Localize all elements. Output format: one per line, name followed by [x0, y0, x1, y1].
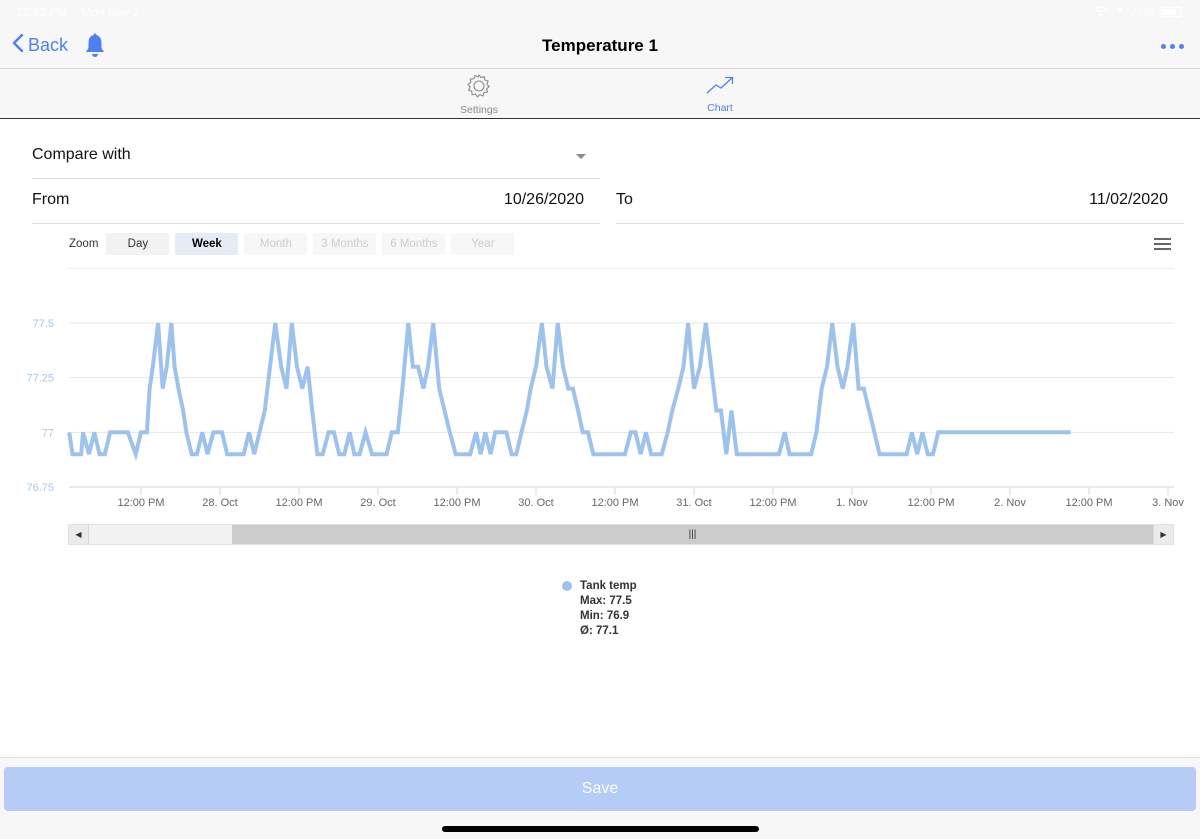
- zoom-week-button[interactable]: Week: [175, 233, 239, 255]
- scrollbar-grip: |||: [688, 529, 697, 540]
- trend-chart-icon: [705, 76, 735, 100]
- zoom-range-selector: Zoom Day Week Month 3 Months 6 Months Ye…: [69, 233, 515, 255]
- x-tick-label: 12:00 PM: [749, 497, 796, 509]
- chart-divider: [69, 268, 1174, 269]
- scrollbar-thumb[interactable]: |||: [232, 525, 1153, 544]
- zoom-6-months-button: 6 Months: [382, 233, 446, 255]
- temperature-chart: 76.75 77 77.25 77.5 12:00 PM 28. Oct 12:00 PM 2…: [26, 318, 1184, 509]
- from-date-field[interactable]: From 10/26/2020: [32, 179, 600, 224]
- x-tick-label: 12:00 PM: [117, 497, 164, 509]
- x-tick-label: 12:00 PM: [275, 497, 322, 509]
- to-date-value: 11/02/2020: [1089, 191, 1168, 208]
- from-label: From: [32, 191, 70, 208]
- compare-with-label: Compare with: [32, 146, 131, 163]
- battery-icon: [1160, 7, 1182, 17]
- status-right: 77%: [1094, 5, 1182, 19]
- more-options-button[interactable]: [1159, 36, 1186, 57]
- gear-icon: [466, 73, 492, 102]
- dropdown-caret-icon: [576, 154, 586, 159]
- chart-navigator-scrollbar[interactable]: ◀ ||| ▶: [68, 524, 1174, 545]
- navigation-bar: Back Temperature 1: [0, 24, 1200, 69]
- hamburger-line-icon: [1154, 243, 1171, 245]
- y-tick-label: 77.5: [33, 318, 54, 330]
- battery-percent: 77%: [1129, 5, 1154, 19]
- x-tick-label: 1. Nov: [836, 497, 868, 509]
- zoom-3-months-button: 3 Months: [313, 233, 377, 255]
- home-indicator: [442, 826, 759, 832]
- more-dot-icon: [1161, 44, 1166, 49]
- compare-with-select[interactable]: Compare with: [32, 134, 600, 179]
- from-date-value: 10/26/2020: [503, 191, 584, 208]
- x-tick-label: 12:00 PM: [591, 497, 638, 509]
- legend-series-dot-icon: [562, 581, 572, 591]
- more-dot-icon: [1179, 44, 1184, 49]
- scroll-left-button[interactable]: ◀: [69, 525, 89, 544]
- zoom-month-button: Month: [244, 233, 308, 255]
- y-tick-label: 76.75: [26, 482, 54, 494]
- series-line-tank-temp: [67, 322, 1071, 462]
- x-tick-label: 29. Oct: [360, 497, 395, 509]
- legend-min: Min: 76.9: [580, 610, 630, 622]
- zoom-day-button[interactable]: Day: [106, 233, 170, 255]
- x-tick-label: 31. Oct: [676, 497, 711, 509]
- status-time: 12:33 PM: [16, 5, 68, 19]
- chart-menu-button[interactable]: [1154, 238, 1171, 253]
- y-tick-label: 77.25: [26, 373, 54, 385]
- status-bar: 12:33 PM Mon Nov 2 77%: [0, 0, 1200, 24]
- tab-bar: Settings Chart: [0, 69, 1200, 119]
- save-button[interactable]: Save: [4, 767, 1196, 811]
- to-label: To: [616, 191, 633, 208]
- page-title: Temperature 1: [542, 36, 658, 55]
- legend-average: Ø: 77.1: [580, 625, 619, 637]
- scroll-right-button[interactable]: ▶: [1153, 525, 1173, 544]
- wifi-icon: [1094, 5, 1108, 19]
- x-tick-label: 30. Oct: [518, 497, 553, 509]
- x-tick-label: 2. Nov: [994, 497, 1026, 509]
- x-tick-label: 3. Nov: [1152, 497, 1184, 509]
- tab-settings-label: Settings: [460, 104, 498, 116]
- status-date: Mon Nov 2: [81, 5, 140, 19]
- x-tick-label: 12:00 PM: [907, 497, 954, 509]
- tab-chart[interactable]: Chart: [680, 73, 760, 114]
- hamburger-line-icon: [1154, 248, 1171, 250]
- legend-max: Max: 77.5: [580, 595, 632, 607]
- x-tick-label: 12:00 PM: [1065, 497, 1112, 509]
- footer: Save: [0, 757, 1200, 839]
- zoom-label: Zoom: [69, 238, 99, 250]
- location-icon: [1114, 5, 1124, 19]
- to-date-field[interactable]: To 11/02/2020: [616, 179, 1184, 224]
- more-dot-icon: [1170, 44, 1175, 49]
- x-tick-label: 28. Oct: [202, 497, 237, 509]
- legend-series-name: Tank temp: [580, 580, 637, 592]
- x-tick-label: 12:00 PM: [433, 497, 480, 509]
- tab-chart-label: Chart: [707, 102, 733, 114]
- y-tick-label: 77: [42, 427, 54, 439]
- tab-settings[interactable]: Settings: [439, 73, 519, 116]
- hamburger-line-icon: [1154, 238, 1171, 240]
- zoom-year-button: Year: [451, 233, 515, 255]
